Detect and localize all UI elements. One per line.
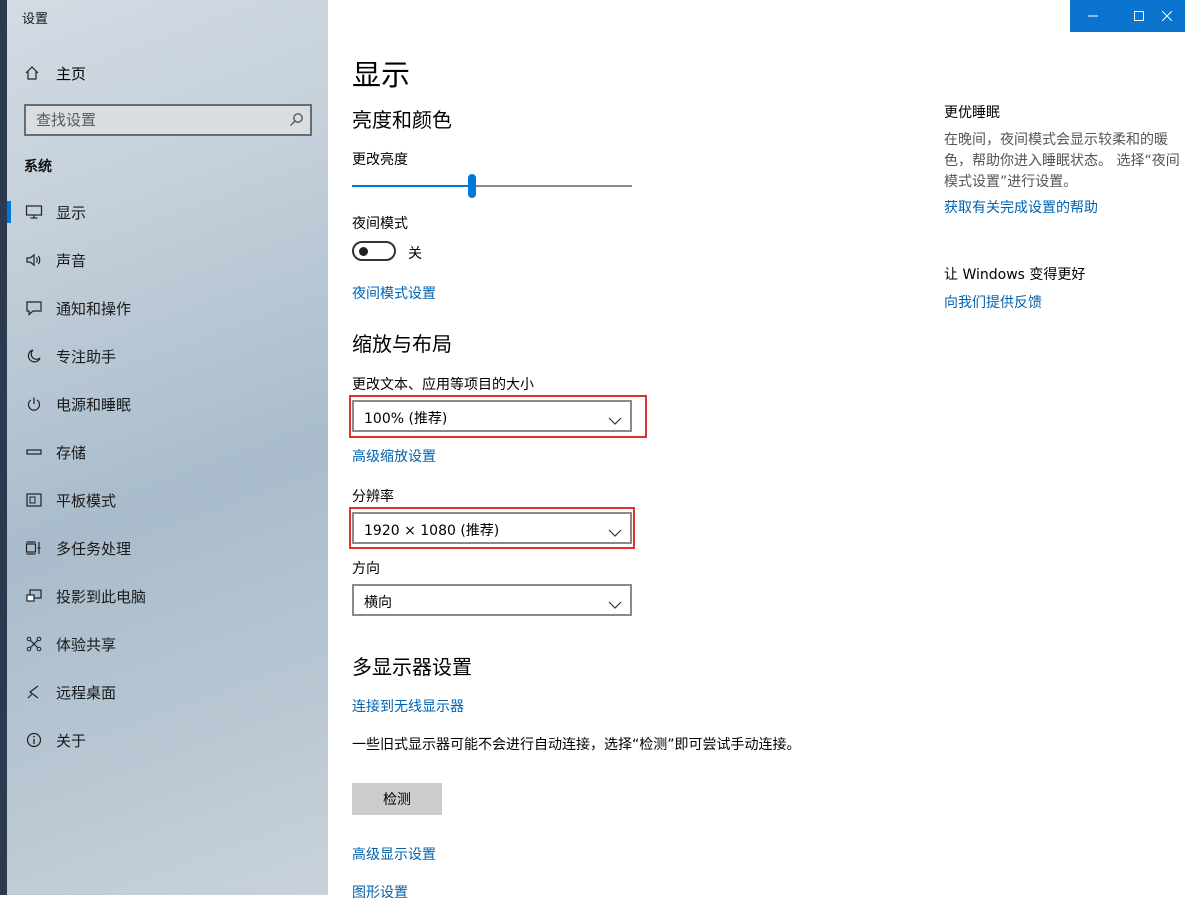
sidebar-item-storage[interactable]: 存储: [7, 428, 328, 476]
sidebar-nav: 显示 声音 通知和操作 专注助手 电源和睡眠 存储 平板模式 多任务处理 投影到…: [7, 188, 328, 764]
slider-track-filled: [352, 185, 472, 187]
remote-icon: [24, 682, 44, 702]
sidebar-item-label: 远程桌面: [56, 683, 117, 702]
night-mode-settings-link[interactable]: 夜间模式设置: [352, 283, 436, 303]
tablet-icon: [24, 490, 44, 510]
scale-heading: 缩放与布局: [352, 332, 452, 356]
power-icon: [24, 394, 44, 414]
graphics-settings-link[interactable]: 图形设置: [352, 882, 408, 902]
sidebar-item-power[interactable]: 电源和睡眠: [7, 380, 328, 428]
night-mode-state: 关: [408, 246, 422, 262]
slider-track-empty: [472, 185, 632, 187]
chevron-down-icon: [608, 595, 622, 614]
window-title: 设置: [22, 12, 49, 27]
night-mode-toggle[interactable]: [352, 241, 396, 261]
storage-icon: [24, 442, 44, 462]
brightness-label: 更改亮度: [352, 152, 408, 168]
sidebar-item-label: 显示: [56, 203, 87, 222]
sidebar-item-about[interactable]: 关于: [7, 716, 328, 764]
resolution-label: 分辨率: [352, 489, 394, 505]
sidebar-item-multitask[interactable]: 多任务处理: [7, 524, 328, 572]
sleep-description: 在晚间，夜间模式会显示较柔和的暖色，帮助你进入睡眠状态。 选择“夜间模式设置”进…: [944, 132, 1180, 190]
page-title: 显示: [352, 58, 411, 92]
feedback-link[interactable]: 向我们提供反馈: [944, 292, 1042, 312]
search-box[interactable]: [24, 104, 312, 136]
close-icon: [1162, 11, 1172, 21]
sidebar-item-label: 声音: [56, 251, 87, 270]
minimize-icon: [1088, 15, 1098, 17]
chevron-down-icon: [608, 523, 622, 542]
message-icon: [24, 298, 44, 318]
info-icon: [24, 730, 44, 750]
sidebar-item-label: 平板模式: [56, 491, 117, 510]
project-icon: [24, 586, 44, 606]
improve-heading: 让 Windows 变得更好: [944, 267, 1086, 283]
advanced-scaling-link[interactable]: 高级缩放设置: [352, 446, 436, 466]
moon-icon: [24, 346, 44, 366]
sidebar-item-focus[interactable]: 专注助手: [7, 332, 328, 380]
sidebar-item-label: 多任务处理: [56, 539, 132, 558]
setup-help-link[interactable]: 获取有关完成设置的帮助: [944, 197, 1098, 217]
section-system: 系统: [24, 159, 52, 175]
sidebar-item-label: 体验共享: [56, 635, 117, 654]
home-label: 主页: [56, 64, 87, 83]
night-mode-label: 夜间模式: [352, 216, 408, 232]
sleep-heading: 更优睡眠: [944, 105, 1000, 121]
sidebar-item-label: 专注助手: [56, 347, 117, 366]
home-icon: [24, 65, 44, 81]
sidebar-item-display[interactable]: 显示: [7, 188, 328, 236]
window-edge: [0, 0, 7, 895]
home-nav[interactable]: 主页: [24, 60, 86, 86]
orientation-value: 横向: [364, 595, 392, 611]
sidebar-item-label: 通知和操作: [56, 299, 132, 318]
detect-description: 一些旧式显示器可能不会进行自动连接，选择“检测”即可尝试手动连接。: [352, 737, 801, 753]
speaker-icon: [24, 250, 44, 270]
sidebar-item-remote[interactable]: 远程桌面: [7, 668, 328, 716]
scale-select[interactable]: 100% (推荐): [352, 400, 632, 432]
scale-label: 更改文本、应用等项目的大小: [352, 377, 534, 393]
search-input[interactable]: [26, 106, 286, 134]
detect-button[interactable]: 检测: [352, 783, 442, 815]
sidebar-item-tablet[interactable]: 平板模式: [7, 476, 328, 524]
sidebar-item-label: 投影到此电脑: [56, 587, 147, 606]
sidebar-item-project[interactable]: 投影到此电脑: [7, 572, 328, 620]
minimize-button[interactable]: [1070, 0, 1116, 32]
sidebar-item-share[interactable]: 体验共享: [7, 620, 328, 668]
close-button[interactable]: [1162, 0, 1185, 32]
maximize-button[interactable]: [1116, 0, 1162, 32]
advanced-display-link[interactable]: 高级显示设置: [352, 844, 436, 864]
multitask-icon: [24, 538, 44, 558]
orientation-label: 方向: [352, 561, 380, 577]
search-icon[interactable]: [289, 112, 304, 131]
sidebar-item-label: 存储: [56, 443, 87, 462]
maximize-icon: [1134, 11, 1144, 21]
monitor-icon: [24, 202, 44, 222]
sidebar-item-label: 电源和睡眠: [56, 395, 132, 414]
sidebar-item-label: 关于: [56, 731, 87, 750]
sidebar: 设置 主页 系统 显示 声音 通知和操作 专注助手: [7, 0, 328, 895]
orientation-select[interactable]: 横向: [352, 584, 632, 616]
resolution-select[interactable]: 1920 × 1080 (推荐): [352, 512, 632, 544]
resolution-value: 1920 × 1080 (推荐): [364, 523, 500, 539]
sidebar-item-sound[interactable]: 声音: [7, 236, 328, 284]
brightness-heading: 亮度和颜色: [352, 108, 452, 132]
toggle-knob: [359, 247, 368, 256]
window-controls: [1070, 0, 1185, 32]
brightness-slider[interactable]: [352, 174, 632, 198]
wireless-display-link[interactable]: 连接到无线显示器: [352, 696, 464, 716]
slider-thumb[interactable]: [468, 174, 476, 198]
chevron-down-icon: [608, 411, 622, 430]
sidebar-item-notifications[interactable]: 通知和操作: [7, 284, 328, 332]
share-icon: [24, 634, 44, 654]
multi-display-heading: 多显示器设置: [352, 655, 472, 679]
scale-value: 100% (推荐): [364, 411, 448, 427]
